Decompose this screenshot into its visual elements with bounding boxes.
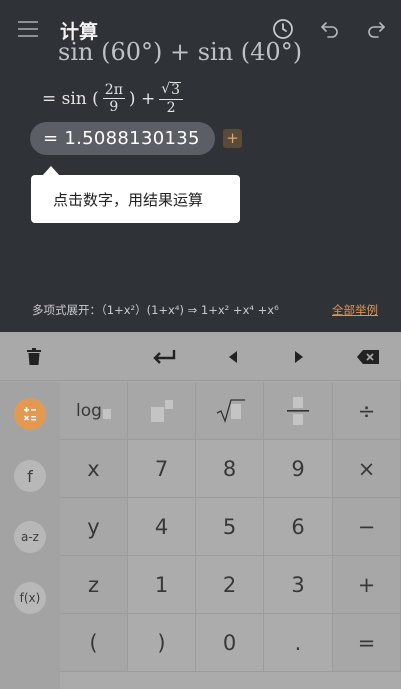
key-9[interactable]: 9: [264, 440, 333, 498]
all-examples-link[interactable]: 全部举例: [332, 302, 378, 318]
key-5[interactable]: 5: [196, 498, 264, 556]
sqrt-symbol: √ 3: [161, 81, 182, 98]
sqrt-value: 3: [170, 82, 182, 98]
right-arrow-icon[interactable]: [286, 344, 312, 370]
key-fraction[interactable]: [264, 382, 333, 440]
key-plus[interactable]: +: [333, 556, 401, 614]
calculator-mode-icon[interactable]: [14, 398, 46, 430]
hint-text: 多项式展开：（1+x²）(1+x⁴) ⇒ 1+x² +x⁴ +x⁶: [32, 303, 279, 317]
fraction-icon: [287, 396, 309, 425]
fraction-2pi-over-9: 2π 9: [102, 81, 125, 116]
function-mode-button[interactable]: f: [14, 460, 46, 492]
fraction-numerator: 2π: [102, 81, 125, 100]
trash-icon[interactable]: [21, 344, 47, 370]
key-0[interactable]: 0: [196, 614, 264, 672]
display-area: 计算 sin (60°) + sin (40°) = sin ( 2π 9 ) …: [0, 0, 401, 332]
key-y[interactable]: y: [60, 498, 128, 556]
key-4[interactable]: 4: [128, 498, 196, 556]
exact-formula[interactable]: = sin ( 2π 9 ) + √ 3 2: [42, 82, 187, 115]
backspace-icon[interactable]: [355, 344, 381, 370]
key-2[interactable]: 2: [196, 556, 264, 614]
key-grid: log ÷ x 7 8 9 × y 4 5 6 − z 1 2 3 + () …: [60, 382, 401, 689]
key-open-paren[interactable]: (: [60, 614, 128, 672]
formula-mid: ) +: [128, 88, 156, 109]
key-1[interactable]: 1: [128, 556, 196, 614]
key-divide[interactable]: ÷: [333, 382, 401, 440]
add-result-button[interactable]: +: [223, 129, 242, 148]
key-close-paren[interactable]: ): [128, 614, 196, 672]
menu-icon[interactable]: [18, 21, 38, 37]
key-sqrt[interactable]: [196, 382, 264, 440]
key-decimal[interactable]: .: [264, 614, 333, 672]
fraction-denominator: 9: [109, 99, 119, 116]
key-log-label: log: [76, 400, 102, 421]
key-6[interactable]: 6: [264, 498, 333, 556]
key-minus[interactable]: −: [333, 498, 401, 556]
key-equals[interactable]: =: [333, 614, 401, 672]
key-3[interactable]: 3: [264, 556, 333, 614]
fraction-sqrt3-over-2: √ 3 2: [159, 81, 184, 116]
key-7[interactable]: 7: [128, 440, 196, 498]
fraction-numerator: √ 3: [159, 81, 184, 100]
enter-icon[interactable]: [151, 344, 177, 370]
sqrt-icon: [216, 398, 245, 423]
expression-text[interactable]: sin (60°) + sin (40°): [58, 38, 302, 66]
undo-icon[interactable]: [318, 17, 342, 41]
key-power[interactable]: [128, 382, 196, 440]
key-z[interactable]: z: [60, 556, 128, 614]
letters-mode-button[interactable]: a-z: [14, 521, 46, 553]
result-value[interactable]: = 1.5088130135: [30, 122, 215, 155]
fraction-denominator: 2: [166, 99, 176, 116]
fx-mode-button[interactable]: f(x): [14, 582, 46, 614]
key-multiply[interactable]: ×: [333, 440, 401, 498]
key-8[interactable]: 8: [196, 440, 264, 498]
keyboard-toolbar: [0, 332, 401, 381]
key-x[interactable]: x: [60, 440, 128, 498]
redo-icon[interactable]: [364, 17, 388, 41]
tooltip: 点击数字，用结果运算: [31, 175, 240, 223]
keyboard: f a-z f(x) log ÷ x 7 8 9 × y 4 5 6 − z 1…: [0, 332, 401, 689]
key-log[interactable]: log: [60, 382, 128, 440]
formula-prefix: = sin (: [42, 88, 99, 109]
mode-column: f a-z f(x): [0, 382, 60, 689]
left-arrow-icon[interactable]: [220, 344, 246, 370]
